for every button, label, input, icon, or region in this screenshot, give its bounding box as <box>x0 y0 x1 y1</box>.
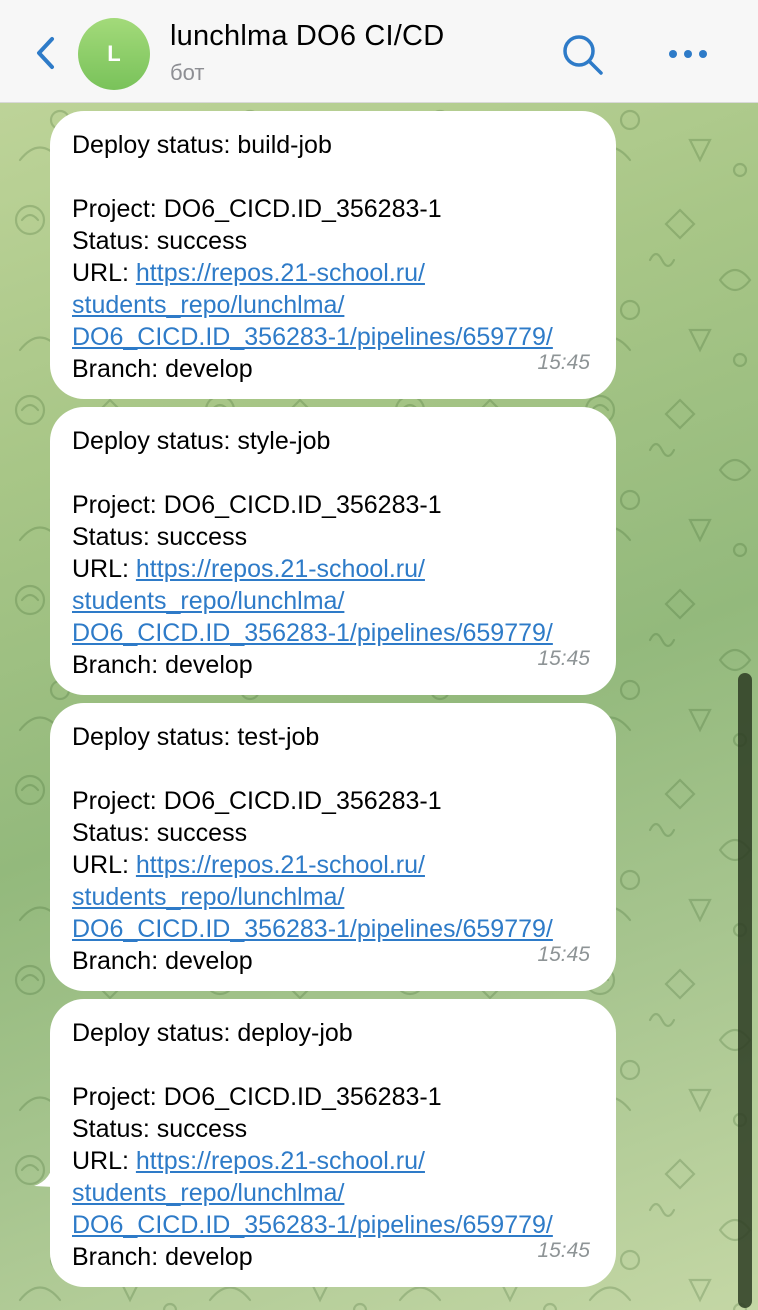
message-bubble[interactable]: Deploy status: deploy-job Project: DO6_C… <box>50 999 616 1287</box>
scrollbar[interactable] <box>738 673 752 1308</box>
message-url-link[interactable]: DO6_CICD.ID_356283-1/pipelines/659779/ <box>72 915 553 943</box>
chat-title[interactable]: lunchlma DO6 CI/CD <box>170 20 444 53</box>
message-heading: Deploy status: deploy-job <box>72 1019 353 1047</box>
message-url-label: URL: <box>72 259 136 287</box>
message-url-label: URL: <box>72 851 136 879</box>
message-url-link[interactable]: DO6_CICD.ID_356283-1/pipelines/659779/ <box>72 1211 553 1239</box>
message-url-link[interactable]: DO6_CICD.ID_356283-1/pipelines/659779/ <box>72 323 553 351</box>
message-bubble[interactable]: Deploy status: style-job Project: DO6_CI… <box>50 407 616 695</box>
message-status: Status: success <box>72 227 248 255</box>
message-url-link[interactable]: https://repos.21-school.ru/ <box>136 259 425 287</box>
more-button[interactable] <box>662 30 714 78</box>
message-status: Status: success <box>72 1115 248 1143</box>
message-url-label: URL: <box>72 555 136 583</box>
message-branch: Branch: develop <box>72 1243 253 1271</box>
message-url-link[interactable]: https://repos.21-school.ru/ <box>136 1147 425 1175</box>
message-project: Project: DO6_CICD.ID_356283-1 <box>72 787 442 815</box>
more-dots-icon <box>669 50 707 58</box>
message-url-link[interactable]: students_repo/lunchlma/ <box>72 883 344 911</box>
bubble-tail <box>34 1158 74 1188</box>
message-time: 15:45 <box>537 647 590 670</box>
message-heading: Deploy status: style-job <box>72 427 331 455</box>
message-url-link[interactable]: https://repos.21-school.ru/ <box>136 555 425 583</box>
search-icon <box>563 35 603 75</box>
message-url-link[interactable]: DO6_CICD.ID_356283-1/pipelines/659779/ <box>72 619 553 647</box>
message-url-link[interactable]: students_repo/lunchlma/ <box>72 587 344 615</box>
message-project: Project: DO6_CICD.ID_356283-1 <box>72 491 442 519</box>
message-branch: Branch: develop <box>72 947 253 975</box>
message-url-link[interactable]: https://repos.21-school.ru/ <box>136 851 425 879</box>
message-list[interactable]: Deploy status: build-job Project: DO6_CI… <box>0 103 758 1310</box>
avatar[interactable]: L <box>78 18 150 90</box>
message-url-link[interactable]: students_repo/lunchlma/ <box>72 291 344 319</box>
message-branch: Branch: develop <box>72 355 253 383</box>
message-project: Project: DO6_CICD.ID_356283-1 <box>72 195 442 223</box>
message-heading: Deploy status: build-job <box>72 131 332 159</box>
message-url-link[interactable]: students_repo/lunchlma/ <box>72 1179 344 1207</box>
message-project: Project: DO6_CICD.ID_356283-1 <box>72 1083 442 1111</box>
message-url-label: URL: <box>72 1147 136 1175</box>
chat-header: L lunchlma DO6 CI/CD бот <box>0 0 758 103</box>
message-status: Status: success <box>72 819 248 847</box>
search-button[interactable] <box>558 30 608 80</box>
message-time: 15:45 <box>537 943 590 966</box>
avatar-letter: L <box>107 41 121 66</box>
message-branch: Branch: develop <box>72 651 253 679</box>
message-time: 15:45 <box>537 351 590 374</box>
chevron-left-icon <box>37 37 54 69</box>
message-heading: Deploy status: test-job <box>72 723 320 751</box>
message-time: 15:45 <box>537 1239 590 1262</box>
chat-subtitle: бот <box>170 60 205 85</box>
message-bubble[interactable]: Deploy status: build-job Project: DO6_CI… <box>50 111 616 399</box>
message-bubble[interactable]: Deploy status: test-job Project: DO6_CIC… <box>50 703 616 991</box>
back-button[interactable] <box>28 30 64 76</box>
message-status: Status: success <box>72 523 248 551</box>
